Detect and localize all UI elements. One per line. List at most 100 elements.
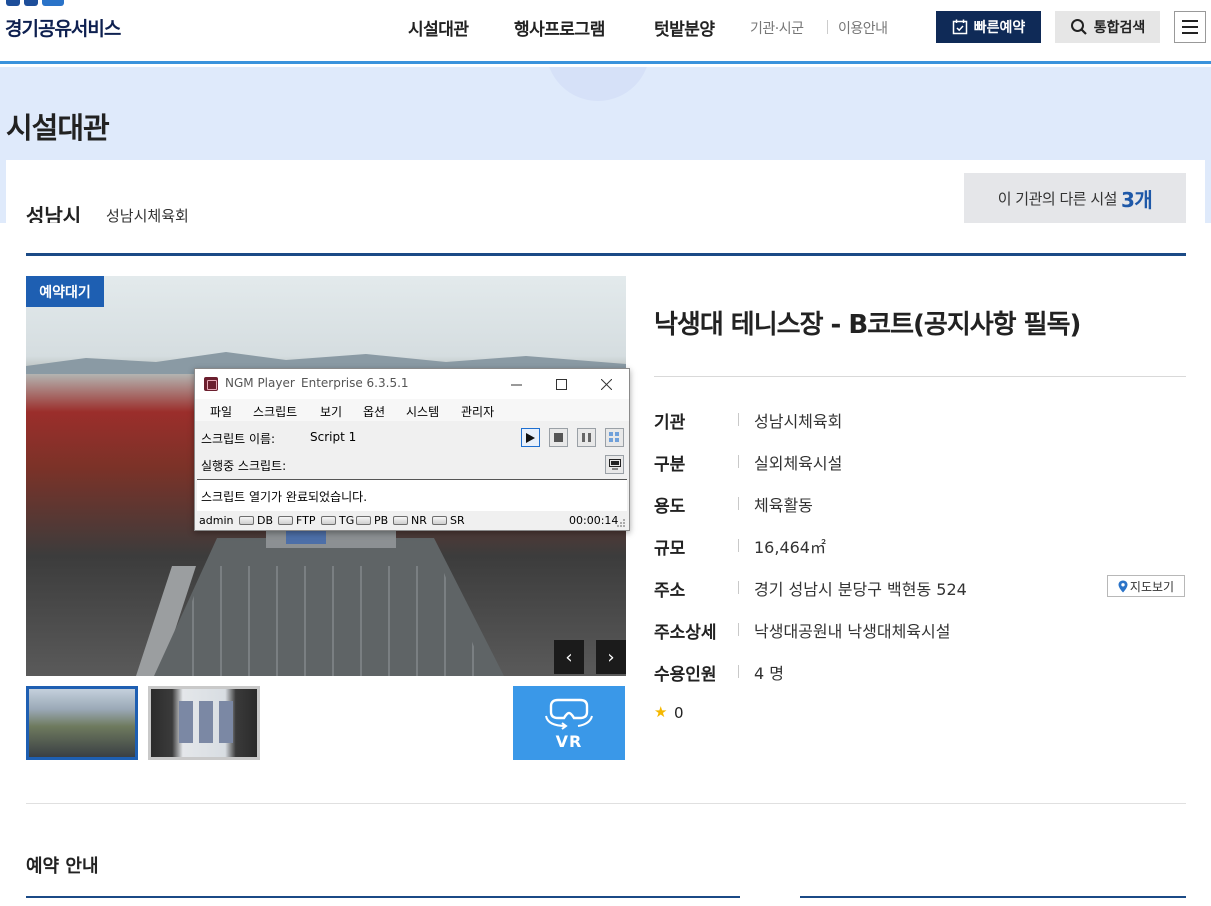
nav-usage-guide[interactable]: 이용안내 [838, 18, 888, 38]
ngm-app-title: NGM Player [225, 376, 295, 390]
nav-agencies[interactable]: 기관·시군 [750, 18, 804, 38]
menu-admin[interactable]: 관리자 [461, 403, 494, 420]
detail-separator [738, 455, 739, 468]
grid-icon [609, 432, 619, 442]
ngm-player-window: NGM Player Enterprise 6.3.5.1 파일 스크립트 보기… [194, 368, 630, 531]
ngm-titlebar[interactable]: NGM Player Enterprise 6.3.5.1 [195, 369, 629, 399]
detail-label-address: 주소 [654, 581, 686, 601]
content-divider [26, 803, 1186, 804]
menu-icon [1182, 20, 1198, 22]
status-db: DB [239, 514, 273, 527]
quick-reserve-button[interactable]: 빠른예약 [936, 11, 1041, 43]
detail-value-address-detail: 낙생대공원내 낙생대체육시설 [754, 622, 951, 641]
pause-icon [582, 433, 591, 442]
facility-title: 낙생대 테니스장 - B코트(공지사항 필독) [654, 310, 1081, 340]
nav-divider [827, 20, 828, 34]
rating-value: 0 [674, 704, 684, 722]
search-icon [1070, 19, 1087, 35]
menu-system[interactable]: 시스템 [406, 403, 439, 420]
detail-value-size: 16,464㎡ [754, 538, 826, 557]
detail-label-category: 구분 [654, 455, 686, 475]
running-script-label: 실행중 스크립트: [201, 459, 287, 473]
nav-facility-rental[interactable]: 시설대관 [408, 15, 469, 40]
detail-separator [738, 623, 739, 636]
site-header: 경기공유서비스 시설대관 행사프로그램 텃밭분양 기관·시군 이용안내 빠른예약… [0, 0, 1211, 64]
ngm-statusbar: admin DB FTP TG PB NR SR 00:00:14 [195, 511, 629, 530]
status-led-icon [356, 516, 371, 525]
detail-value-capacity: 4 명 [754, 664, 784, 683]
status-led-icon [393, 516, 408, 525]
detail-label-capacity: 수용인원 [654, 665, 717, 685]
close-button[interactable] [591, 372, 621, 396]
quick-reserve-label: 빠른예약 [973, 20, 1026, 36]
slider-prev-button[interactable]: ‹ [554, 640, 584, 674]
thumbnail-1[interactable] [26, 686, 138, 760]
menu-script[interactable]: 스크립트 [253, 403, 297, 420]
photo-court-lines [166, 566, 486, 676]
stop-icon [554, 433, 563, 442]
ngm-log-panel: 스크립트 열기가 완료되었습니다. [197, 479, 627, 511]
vr-headset-icon [545, 698, 593, 730]
menu-options[interactable]: 옵션 [363, 403, 385, 420]
thumbnail-2[interactable] [148, 686, 260, 760]
ngm-log-message: 스크립트 열기가 완료되었습니다. [201, 490, 368, 504]
play-icon [526, 432, 535, 443]
monitor-icon [608, 459, 621, 470]
resize-grip-icon[interactable] [616, 518, 626, 528]
minimize-button[interactable] [501, 372, 531, 396]
maximize-icon [555, 378, 567, 390]
status-elapsed-time: 00:00:14 [569, 514, 619, 527]
close-icon [600, 378, 612, 390]
detail-separator [738, 497, 739, 510]
status-user: admin [199, 514, 234, 527]
status-pb: PB [356, 514, 388, 527]
script-name-value: Script 1 [310, 430, 357, 444]
detail-value-agency: 성남시체육회 [754, 412, 843, 431]
play-button[interactable] [521, 428, 540, 447]
view-map-button[interactable]: 지도보기 [1107, 575, 1185, 597]
detail-separator [738, 539, 739, 552]
detail-value-purpose: 체육활동 [754, 496, 813, 515]
nav-garden-allotment[interactable]: 텃밭분양 [654, 15, 715, 40]
vr-view-button[interactable]: VR [513, 686, 625, 760]
maximize-button[interactable] [546, 372, 576, 396]
integrated-search-label: 통합검색 [1093, 20, 1146, 36]
status-badge: 예약대기 [26, 276, 104, 307]
thumb-window [179, 701, 193, 743]
monitor-button[interactable] [605, 455, 624, 474]
minimize-icon [510, 384, 522, 385]
page: 경기공유서비스 시설대관 행사프로그램 텃밭분양 기관·시군 이용안내 빠른예약… [0, 0, 1211, 906]
status-led-icon [239, 516, 254, 525]
detail-value-category: 실외체육시설 [754, 454, 843, 473]
layout-toggle-button[interactable] [605, 428, 624, 447]
detail-value-address: 경기 성남시 분당구 백현동 524 [754, 580, 967, 599]
hamburger-menu-button[interactable] [1174, 11, 1206, 43]
title-divider [654, 376, 1186, 377]
page-title: 시설대관 [6, 111, 110, 145]
logo-icon[interactable] [6, 0, 66, 8]
detail-separator [738, 413, 739, 426]
stop-button[interactable] [549, 428, 568, 447]
calendar-check-icon [952, 19, 967, 35]
detail-separator [738, 665, 739, 678]
integrated-search-button[interactable]: 통합검색 [1055, 11, 1160, 43]
page-banner: 시설대관 성남시 성남시체육회 이 기관의 다른 시설 3개 [0, 67, 1211, 223]
nav-event-program[interactable]: 행사프로그램 [514, 15, 605, 40]
pause-button[interactable] [577, 428, 596, 447]
script-name-label: 스크립트 이름: [201, 432, 276, 446]
status-nr: NR [393, 514, 427, 527]
other-facilities-button[interactable]: 이 기관의 다른 시설 3개 [964, 173, 1186, 223]
menu-view[interactable]: 보기 [320, 403, 342, 420]
status-led-icon [321, 516, 336, 525]
thumb-window [219, 701, 233, 743]
site-logo[interactable]: 경기공유서비스 [5, 14, 121, 41]
status-sr: SR [432, 514, 465, 527]
decor-circle [546, 67, 650, 101]
slider-next-button[interactable]: › [596, 640, 626, 674]
detail-label-agency: 기관 [654, 413, 686, 433]
reservation-calendar-panel [26, 896, 740, 906]
status-tg: TG [321, 514, 354, 527]
city-name: 성남시 [26, 204, 82, 223]
reservation-summary-panel [800, 896, 1186, 906]
menu-file[interactable]: 파일 [210, 403, 232, 420]
